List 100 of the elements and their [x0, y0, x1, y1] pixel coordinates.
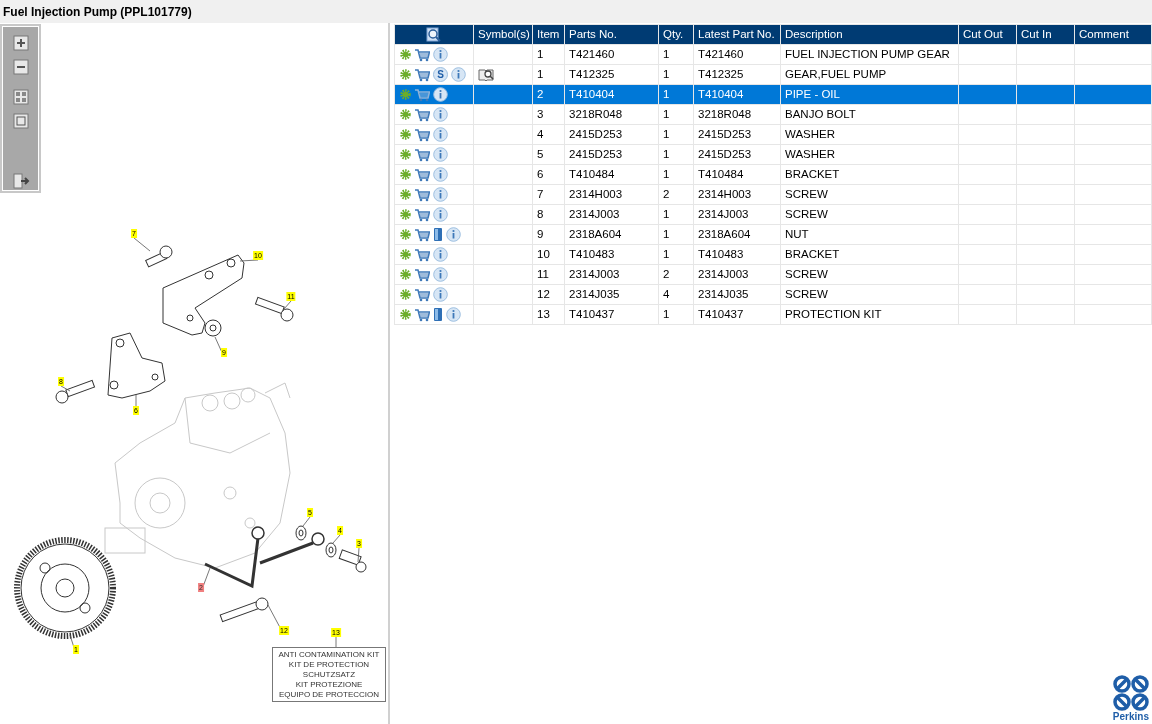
table-cell: 1: [658, 124, 694, 145]
table-cell: 2415D253: [693, 124, 781, 145]
column-header[interactable]: Cut Out: [958, 24, 1017, 45]
table-cell: BRACKET: [780, 164, 959, 185]
cart-icon[interactable]: [414, 107, 430, 122]
leader-line: [283, 300, 292, 310]
table-row[interactable]: 13 T410437 1 T410437 PROTECTION KIT: [394, 304, 1152, 325]
info-icon[interactable]: [433, 187, 448, 202]
cart-icon[interactable]: [414, 287, 430, 302]
info-icon[interactable]: [433, 247, 448, 262]
gear-icon[interactable]: [400, 289, 411, 300]
info-icon[interactable]: [433, 127, 448, 142]
zoom-in-button[interactable]: [11, 34, 30, 52]
info-icon[interactable]: [446, 227, 461, 242]
table-row[interactable]: 8 2314J003 1 2314J003 SCREW: [394, 204, 1152, 225]
supersession-badge[interactable]: S: [433, 67, 448, 82]
info-icon[interactable]: [446, 307, 461, 322]
cart-icon[interactable]: [414, 67, 430, 82]
gear-icon[interactable]: [400, 129, 411, 140]
table-cell: BANJO BOLT: [780, 104, 959, 125]
column-header[interactable]: Qty.: [658, 24, 694, 45]
table-cell: 4: [532, 124, 565, 145]
table-cell: 2: [658, 264, 694, 285]
table-cell: T410483: [564, 244, 659, 265]
cart-icon[interactable]: [414, 47, 430, 62]
cart-icon[interactable]: [414, 127, 430, 142]
info-icon[interactable]: [433, 167, 448, 182]
table-cell: 2415D253: [564, 144, 659, 165]
actual-size-button[interactable]: [11, 112, 30, 130]
cart-icon[interactable]: [414, 227, 430, 242]
table-row[interactable]: 12 2314J035 4 2314J035 SCREW: [394, 284, 1152, 305]
table-row[interactable]: 9 2318A604 1 2318A604 NUT: [394, 224, 1152, 245]
table-row[interactable]: 6 T410484 1 T410484 BRACKET: [394, 164, 1152, 185]
cart-icon[interactable]: [414, 187, 430, 202]
table-cell: 2314J003: [564, 264, 659, 285]
table-cell: FUEL INJECTION PUMP GEAR: [780, 44, 959, 65]
cart-icon[interactable]: [414, 267, 430, 282]
gear-icon[interactable]: [400, 309, 411, 320]
table-row[interactable]: 10 T410483 1 T410483 BRACKET: [394, 244, 1152, 265]
cart-icon[interactable]: [414, 307, 430, 322]
gear-icon[interactable]: [400, 109, 411, 120]
table-row[interactable]: 3 3218R048 1 3218R048 BANJO BOLT: [394, 104, 1152, 125]
table-row[interactable]: 11 2314J003 2 2314J003 SCREW: [394, 264, 1152, 285]
book-magnifier-icon[interactable]: [478, 67, 495, 82]
column-header[interactable]: Description: [780, 24, 959, 45]
table-row[interactable]: 1 T421460 1 T421460 FUEL INJECTION PUMP GEAR: [394, 44, 1152, 65]
cart-icon[interactable]: [414, 167, 430, 182]
book-icon[interactable]: [433, 227, 443, 242]
export-button[interactable]: [11, 172, 30, 190]
table-cell: 2314J035: [693, 284, 781, 305]
table-row[interactable]: 7 2314H003 2 2314H003 SCREW: [394, 184, 1152, 205]
gear-icon[interactable]: [400, 249, 411, 260]
table-cell: 1: [658, 84, 694, 105]
gear-icon[interactable]: [400, 269, 411, 280]
cart-icon[interactable]: [414, 247, 430, 262]
info-icon[interactable]: [433, 287, 448, 302]
gear-icon[interactable]: [400, 229, 411, 240]
table-row[interactable]: 4 2415D253 1 2415D253 WASHER: [394, 124, 1152, 145]
zoom-out-button[interactable]: [11, 58, 30, 76]
info-icon[interactable]: [433, 267, 448, 282]
column-header[interactable]: Symbol(s): [473, 24, 533, 45]
info-icon[interactable]: [433, 47, 448, 62]
table-row[interactable]: 5 2415D253 1 2415D253 WASHER: [394, 144, 1152, 165]
gear-icon[interactable]: [400, 49, 411, 60]
column-header[interactable]: Cut In: [1016, 24, 1075, 45]
info-icon[interactable]: [433, 107, 448, 122]
gear-icon[interactable]: [400, 69, 411, 80]
kit-label-line: KIT DE PROTECTION: [288, 660, 370, 669]
table-cell: NUT: [780, 224, 959, 245]
info-icon[interactable]: [433, 87, 448, 102]
info-icon[interactable]: [433, 207, 448, 222]
column-header[interactable]: Latest Part No.: [693, 24, 781, 45]
gear-icon[interactable]: [400, 169, 411, 180]
logo-text: Perkins: [1112, 711, 1149, 722]
table-cell: 4: [658, 284, 694, 305]
table-row[interactable]: S 1 T412325 1 T412325 GEAR,FUEL PUMP: [394, 64, 1152, 85]
column-header[interactable]: Item: [532, 24, 565, 45]
table-row[interactable]: 2 T410404 1 T410404 PIPE - OIL: [394, 84, 1152, 105]
gear-icon[interactable]: [400, 209, 411, 220]
info-icon[interactable]: [433, 147, 448, 162]
fit-button[interactable]: [11, 88, 30, 106]
column-header[interactable]: Parts No.: [564, 24, 659, 45]
magnifier-icon[interactable]: [426, 26, 442, 43]
table-cell: 2: [658, 184, 694, 205]
book-icon[interactable]: [433, 307, 443, 322]
table-cell: 1: [658, 64, 694, 85]
table-cell: 2415D253: [693, 144, 781, 165]
info-icon[interactable]: [451, 67, 466, 82]
cart-icon[interactable]: [414, 207, 430, 222]
gear-icon[interactable]: [400, 189, 411, 200]
zoom-out-icon: [11, 58, 30, 76]
table-cell: 2318A604: [564, 224, 659, 245]
cart-icon[interactable]: [414, 147, 430, 162]
column-header[interactable]: Comment: [1074, 24, 1152, 45]
table-cell: 1: [658, 144, 694, 165]
table-cell: 1: [658, 204, 694, 225]
table-cell: 9: [532, 224, 565, 245]
gear-icon[interactable]: [400, 149, 411, 160]
table-cell: 2415D253: [564, 124, 659, 145]
table-cell: 3: [532, 104, 565, 125]
